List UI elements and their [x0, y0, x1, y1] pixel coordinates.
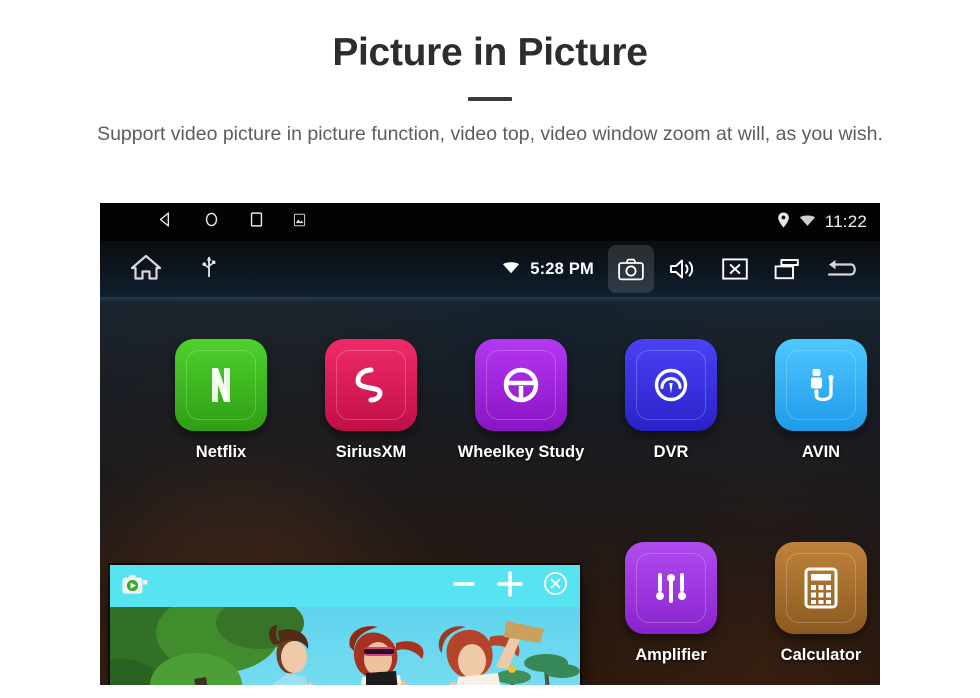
- app-item-netflix[interactable]: Netflix: [146, 339, 296, 462]
- pip-video-frame[interactable]: seicar: [110, 607, 580, 685]
- screenshot-image-icon[interactable]: [293, 213, 306, 232]
- android-status-bar: 11:22: [100, 203, 880, 241]
- app-item-calculator[interactable]: Calculator: [746, 542, 880, 665]
- zoom-in-button[interactable]: [495, 569, 525, 604]
- siriusxm-icon: [325, 339, 417, 431]
- status-bar-clock: 11:22: [824, 212, 867, 231]
- pip-controls: [451, 565, 568, 607]
- netflix-icon: [175, 339, 267, 431]
- back-triangle-icon[interactable]: [157, 211, 174, 233]
- wifi-icon: [799, 213, 816, 232]
- app-item-wheelkey-study[interactable]: Wheelkey Study: [446, 339, 596, 462]
- nav-left-group: [100, 253, 216, 286]
- wheelkey-icon: [475, 339, 567, 431]
- recents-button[interactable]: [764, 245, 810, 293]
- pip-title-bar: [110, 565, 580, 607]
- calculator-icon: [775, 542, 867, 634]
- status-bar-nav-icons: [100, 211, 306, 233]
- avin-plug-icon: [775, 339, 867, 431]
- status-bar-indicators: 11:22: [777, 203, 867, 241]
- video-content: [110, 607, 580, 685]
- pip-window[interactable]: seicar: [110, 565, 580, 685]
- app-item-avin[interactable]: AVIN: [746, 339, 880, 462]
- app-label: Amplifier: [635, 646, 707, 664]
- page-subtitle: Support video picture in picture functio…: [97, 122, 883, 145]
- close-app-button[interactable]: [712, 245, 758, 293]
- recents-square-icon[interactable]: [249, 211, 264, 233]
- back-button[interactable]: [816, 245, 868, 293]
- usb-icon[interactable]: [202, 254, 216, 285]
- device-screenshot: 11:22 5:28 PM Netflix SiriusXM Wheelkey …: [100, 203, 880, 685]
- app-label: AVIN: [801, 443, 841, 461]
- home-icon[interactable]: [130, 253, 162, 286]
- close-button[interactable]: [543, 571, 568, 601]
- equalizer-icon: [625, 542, 717, 634]
- app-label: DVR: [653, 443, 689, 461]
- app-label: SiriusXM: [335, 443, 407, 461]
- promo-header: Picture in Picture Support video picture…: [0, 0, 980, 149]
- camera-button[interactable]: [608, 245, 654, 293]
- gauge-icon: [625, 339, 717, 431]
- app-item-amplifier[interactable]: Amplifier: [596, 542, 746, 665]
- title-divider: [468, 96, 512, 101]
- headunit-nav-bar: 5:28 PM: [100, 241, 880, 297]
- zoom-out-button[interactable]: [451, 571, 477, 602]
- app-launcher: Netflix SiriusXM Wheelkey Study DVR AVIN…: [100, 297, 880, 685]
- location-pin-icon: [777, 212, 790, 233]
- app-item-siriusxm[interactable]: SiriusXM: [296, 339, 446, 462]
- page-title: Picture in Picture: [332, 31, 648, 74]
- volume-button[interactable]: [660, 245, 706, 293]
- nav-right-group: 5:28 PM: [502, 241, 868, 297]
- video-camera-icon[interactable]: [122, 574, 148, 601]
- app-item-dvr[interactable]: DVR: [596, 339, 746, 462]
- home-circle-icon[interactable]: [203, 211, 220, 233]
- wifi-icon: [502, 260, 520, 279]
- app-label: Netflix: [195, 443, 247, 461]
- nav-bar-clock: 5:28 PM: [530, 259, 594, 278]
- app-label: Calculator: [780, 646, 862, 664]
- app-label: Wheelkey Study: [457, 443, 585, 461]
